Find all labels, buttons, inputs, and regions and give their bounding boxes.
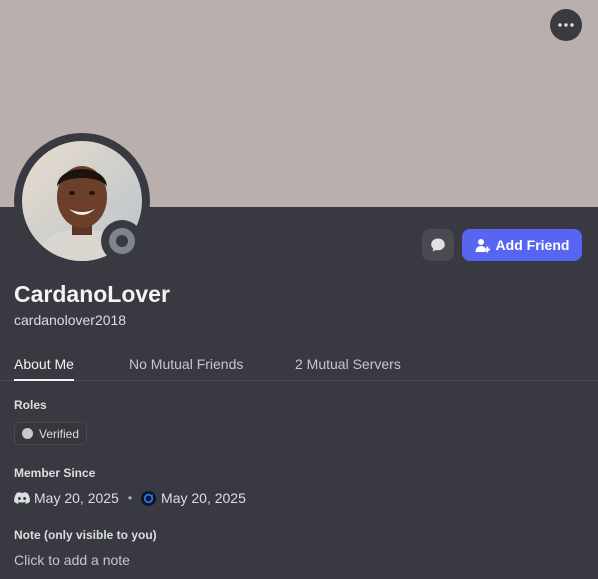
- server-icon[interactable]: [141, 490, 157, 506]
- tab-mutual-servers[interactable]: 2 Mutual Servers: [295, 356, 401, 381]
- discord-join-date: May 20, 2025: [34, 490, 119, 506]
- profile-tabs: About Me No Mutual Friends 2 Mutual Serv…: [0, 356, 598, 381]
- member-since-heading: Member Since: [14, 466, 96, 480]
- user-profile-card: Add Friend CardanoLover cardanolover2018…: [0, 0, 598, 579]
- more-options-button[interactable]: [550, 9, 582, 41]
- status-indicator: [101, 220, 143, 262]
- server-join-date: May 20, 2025: [161, 490, 246, 506]
- username: cardanolover2018: [14, 312, 127, 328]
- more-horizontal-icon: [558, 23, 574, 27]
- note-heading: Note (only visible to you): [14, 528, 157, 542]
- message-button[interactable]: [422, 229, 454, 261]
- display-name: CardanoLover: [14, 281, 170, 307]
- tab-mutual-friends[interactable]: No Mutual Friends: [129, 356, 243, 381]
- add-friend-button[interactable]: Add Friend: [462, 229, 582, 261]
- add-user-icon: [475, 238, 490, 252]
- offline-status-icon: [109, 228, 135, 254]
- note-input[interactable]: Click to add a note: [14, 552, 130, 568]
- roles-heading: Roles: [14, 398, 47, 412]
- member-since-row: May 20, 2025 • May 20, 2025: [14, 489, 246, 507]
- tab-about-me[interactable]: About Me: [14, 356, 74, 381]
- role-badge[interactable]: Verified: [14, 422, 88, 445]
- discord-logo-icon: [14, 492, 30, 504]
- role-name: Verified: [39, 426, 80, 441]
- separator-dot: •: [127, 491, 133, 505]
- add-friend-label: Add Friend: [495, 237, 570, 253]
- role-color-dot: [22, 428, 33, 439]
- chat-bubble-icon: [431, 238, 445, 252]
